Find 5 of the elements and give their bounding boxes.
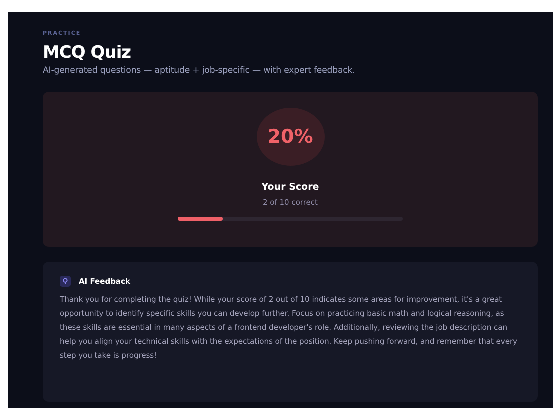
score-percent: 20% (268, 126, 314, 148)
page-title: MCQ Quiz (43, 43, 132, 63)
score-label: Your Score (262, 182, 320, 193)
page-subtitle: AI-generated questions — aptitude + job-specific — with expert feedback. (43, 66, 356, 76)
lightbulb-icon (60, 276, 71, 287)
